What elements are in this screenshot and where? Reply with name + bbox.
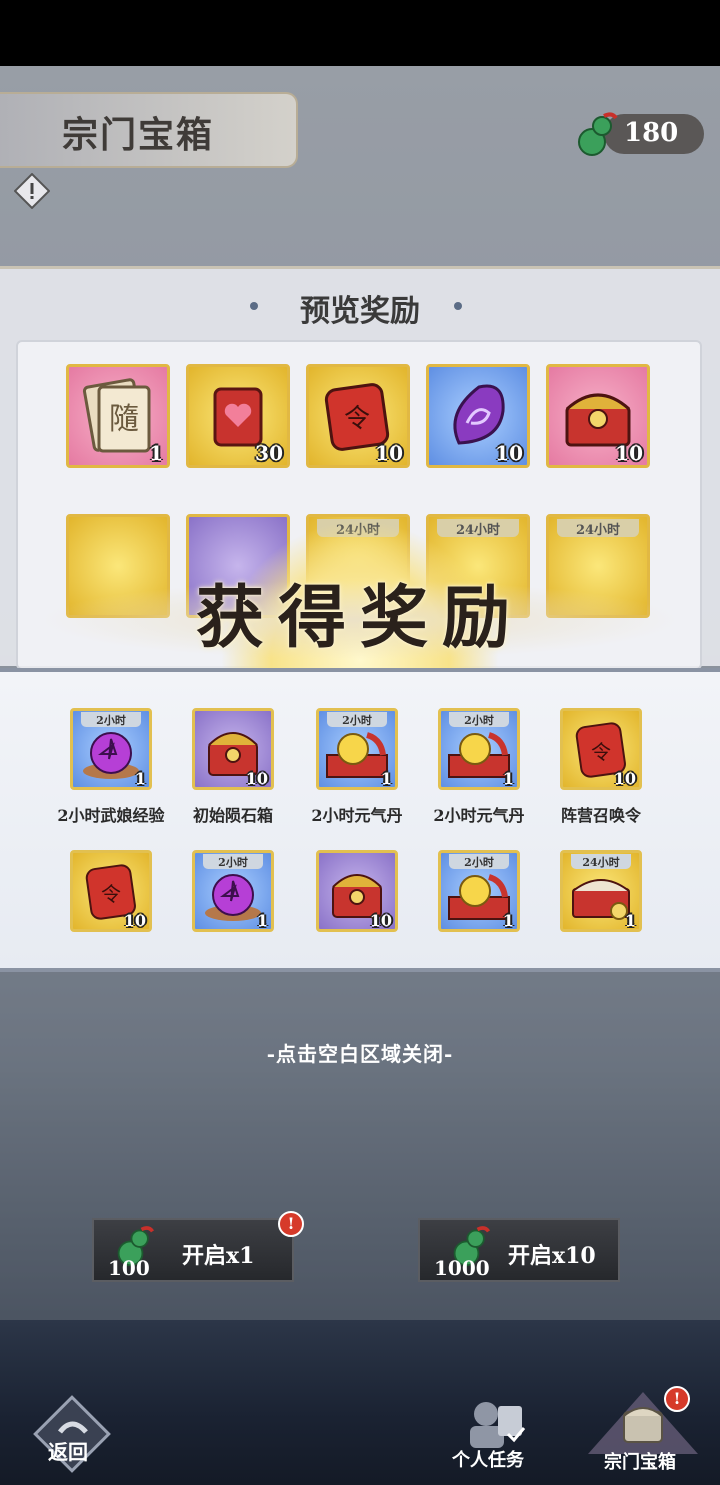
cost-value: 100 [108, 1256, 150, 1280]
close-hint[interactable]: -点击空白区域关闭- [0, 1038, 720, 1067]
back-label: 返回 [48, 1440, 88, 1464]
duration-tag: 2小时 [81, 712, 141, 727]
item-count: 1 [624, 911, 636, 930]
header: 宗门宝箱 180 [0, 66, 720, 266]
reward-item[interactable]: 2小时 1 [438, 850, 520, 932]
alert-badge: ! [278, 1211, 304, 1237]
alert-badge: ! [664, 1386, 690, 1412]
item-count: 1 [502, 911, 514, 930]
reward-banner: 获得奖励 [0, 520, 720, 800]
reward-item[interactable]: 2小时 1 [70, 708, 152, 790]
open-x10-button[interactable]: 1000 开启x10 [418, 1218, 620, 1282]
currency-display: 180 [574, 110, 706, 158]
tasks-button[interactable]: 个人任务 [448, 1396, 538, 1476]
currency-value: 180 [624, 118, 679, 148]
button-label: 开启x1 [182, 1243, 255, 1269]
item-count: 10 [613, 769, 636, 788]
reward-item[interactable]: 2小时 1 [192, 850, 274, 932]
reward-label: 2小时元气丹 [433, 806, 525, 825]
reward-item[interactable]: 2小时 1 [316, 708, 398, 790]
item-count: 10 [495, 441, 523, 465]
reward-item[interactable]: 令 10 [70, 850, 152, 932]
warning-info-icon[interactable] [14, 173, 50, 209]
preview-item[interactable]: 隨 1 [66, 364, 170, 468]
preview-item[interactable]: 10 [426, 364, 530, 468]
reward-label: 阵营召唤令 [560, 806, 641, 825]
item-count: 1 [134, 769, 146, 788]
item-count: 1 [380, 769, 392, 788]
item-count: 1 [502, 769, 514, 788]
duration-tag: 2小时 [203, 854, 263, 869]
item-count: 10 [245, 769, 268, 788]
preview-item[interactable]: 30 [186, 364, 290, 468]
page-title: 宗门宝箱 [62, 114, 215, 156]
svg-text:令: 令 [101, 882, 121, 906]
item-count: 30 [255, 441, 283, 465]
preview-item[interactable]: 令 10 [306, 364, 410, 468]
duration-tag: 2小时 [327, 712, 387, 727]
tasks-icon [470, 1402, 526, 1448]
svg-text:令: 令 [344, 404, 370, 434]
duration-tag: 2小时 [449, 712, 509, 727]
reward-item[interactable]: 2小时 1 [438, 708, 520, 790]
duration-tag: 24小时 [571, 854, 631, 869]
reward-label: 2小时武娘经验 [57, 806, 165, 825]
reward-item[interactable]: 24小时 1 [560, 850, 642, 932]
back-button[interactable]: 返回 [30, 1392, 114, 1476]
item-count: 10 [369, 911, 392, 930]
cost-value: 1000 [434, 1256, 490, 1280]
svg-text:隨: 隨 [109, 402, 139, 437]
item-count: 10 [615, 441, 643, 465]
reward-item[interactable]: 10 [192, 708, 274, 790]
sect-chest-label: 宗门宝箱 [604, 1452, 676, 1473]
svg-text:令: 令 [591, 740, 611, 764]
tasks-label: 个人任务 [452, 1450, 524, 1471]
preview-title: 预览奖励 [300, 294, 420, 329]
item-count: 1 [149, 441, 163, 465]
reward-label: 2小时元气丹 [311, 806, 403, 825]
jade-gourd-icon [578, 112, 618, 156]
banner-title: 获得奖励 [195, 578, 524, 658]
reward-label: 初始陨石箱 [192, 806, 273, 825]
open-x1-button[interactable]: 100 开启x1 [92, 1218, 294, 1282]
button-label: 开启x10 [508, 1243, 596, 1269]
preview-item[interactable]: 10 [546, 364, 650, 468]
item-count: 1 [256, 911, 268, 930]
duration-tag: 2小时 [449, 854, 509, 869]
item-count: 10 [375, 441, 403, 465]
item-count: 10 [123, 911, 146, 930]
reward-item[interactable]: 令 10 [560, 708, 642, 790]
reward-item[interactable]: 10 [316, 850, 398, 932]
